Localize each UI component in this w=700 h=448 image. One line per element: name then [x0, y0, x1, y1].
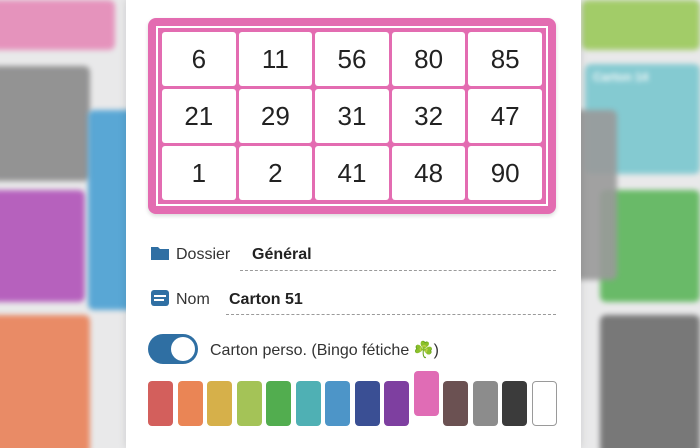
bingo-card-frame: 6 11 56 80 85 21 29 31 32 47 1 2 41 48 90 — [156, 26, 548, 206]
color-swatch[interactable] — [207, 381, 232, 426]
name-label: Nom — [176, 291, 210, 308]
bingo-cell: 1 — [162, 146, 236, 200]
folder-value[interactable]: Général — [252, 246, 312, 264]
background-card — [0, 66, 90, 181]
background-card — [0, 0, 115, 50]
name-tag-icon — [150, 289, 170, 312]
custom-card-toggle[interactable] — [148, 334, 198, 364]
folder-underline — [240, 270, 556, 271]
color-swatch[interactable] — [354, 381, 380, 426]
background-card — [582, 0, 700, 50]
bingo-cell: 56 — [315, 32, 389, 86]
color-swatch[interactable] — [177, 381, 203, 426]
bingo-card: 6 11 56 80 85 21 29 31 32 47 1 2 41 48 90 — [148, 18, 556, 214]
name-underline — [226, 314, 556, 315]
bingo-card-grid: 6 11 56 80 85 21 29 31 32 47 1 2 41 48 90 — [162, 32, 542, 200]
bingo-cell: 47 — [468, 89, 542, 143]
bingo-cell: 11 — [238, 32, 313, 86]
folder-icon — [150, 245, 170, 266]
color-swatch[interactable] — [148, 381, 173, 426]
bingo-cell: 21 — [162, 89, 236, 143]
color-swatch[interactable] — [325, 381, 350, 426]
color-swatch[interactable] — [502, 381, 527, 426]
background-card — [0, 190, 85, 302]
name-value[interactable]: Carton 51 — [229, 291, 303, 309]
bingo-cell: 85 — [468, 32, 542, 86]
color-swatch[interactable] — [295, 381, 321, 426]
bingo-cell: 41 — [315, 146, 389, 200]
color-swatch[interactable] — [443, 381, 468, 426]
color-swatch[interactable] — [266, 381, 291, 426]
folder-row: Dossier — [150, 244, 230, 266]
bingo-cell: 48 — [391, 146, 466, 200]
bingo-cell: 90 — [468, 146, 542, 200]
bingo-cell: 31 — [315, 89, 389, 143]
bingo-cell: 80 — [391, 32, 466, 86]
background-card — [0, 315, 90, 448]
bingo-cell: 32 — [391, 89, 466, 143]
color-swatch[interactable] — [531, 381, 557, 426]
toggle-knob — [171, 337, 195, 361]
background-card — [600, 315, 700, 448]
color-swatch[interactable] — [236, 381, 262, 426]
custom-card-toggle-label: Carton perso. (Bingo fétiche ☘️) — [210, 342, 439, 359]
folder-label: Dossier — [176, 246, 231, 263]
color-swatch[interactable] — [413, 371, 439, 416]
color-swatch[interactable] — [384, 381, 409, 426]
color-swatch[interactable] — [472, 381, 498, 426]
name-row: Nom — [150, 289, 210, 311]
background-card-title: Carton 14 — [593, 70, 649, 84]
bingo-cell: 2 — [238, 146, 313, 200]
bingo-cell: 29 — [238, 89, 313, 143]
bingo-cell: 6 — [162, 32, 236, 86]
